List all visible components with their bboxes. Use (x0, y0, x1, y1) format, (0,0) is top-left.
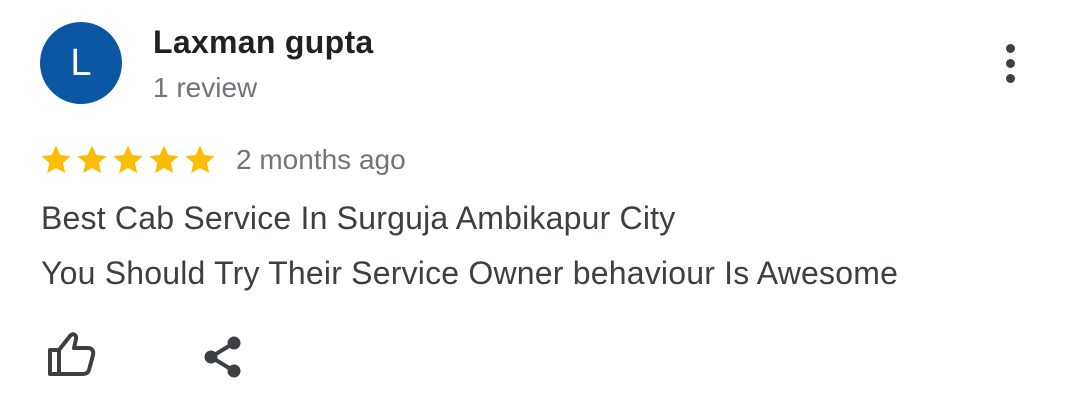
reviewer-review-count: 1 review (153, 72, 258, 103)
review-text-line-2: You Should Try Their Service Owner behav… (41, 255, 899, 291)
star-icon (113, 145, 143, 174)
more-vert-icon-dot (1005, 58, 1015, 68)
share-icon (204, 336, 241, 378)
reviewer-name[interactable]: Laxman gupta (153, 24, 374, 61)
more-vert-icon (1005, 43, 1015, 53)
more-options-button[interactable] (990, 38, 1030, 88)
avatar-initial: L (70, 41, 92, 84)
star-rating (38, 142, 218, 178)
star-icon (41, 145, 71, 174)
review-text-line-1: Best Cab Service In Surguja Ambikapur Ci… (41, 200, 676, 236)
share-button[interactable] (200, 334, 246, 380)
more-vert-icon-dot (1005, 73, 1015, 83)
star-icon (77, 145, 107, 174)
avatar[interactable]: L (40, 22, 122, 104)
star-icon (149, 145, 179, 174)
review-time: 2 months ago (236, 144, 406, 175)
star-icon (185, 145, 215, 174)
like-button[interactable] (44, 330, 98, 378)
thumb-up-icon (48, 332, 96, 376)
